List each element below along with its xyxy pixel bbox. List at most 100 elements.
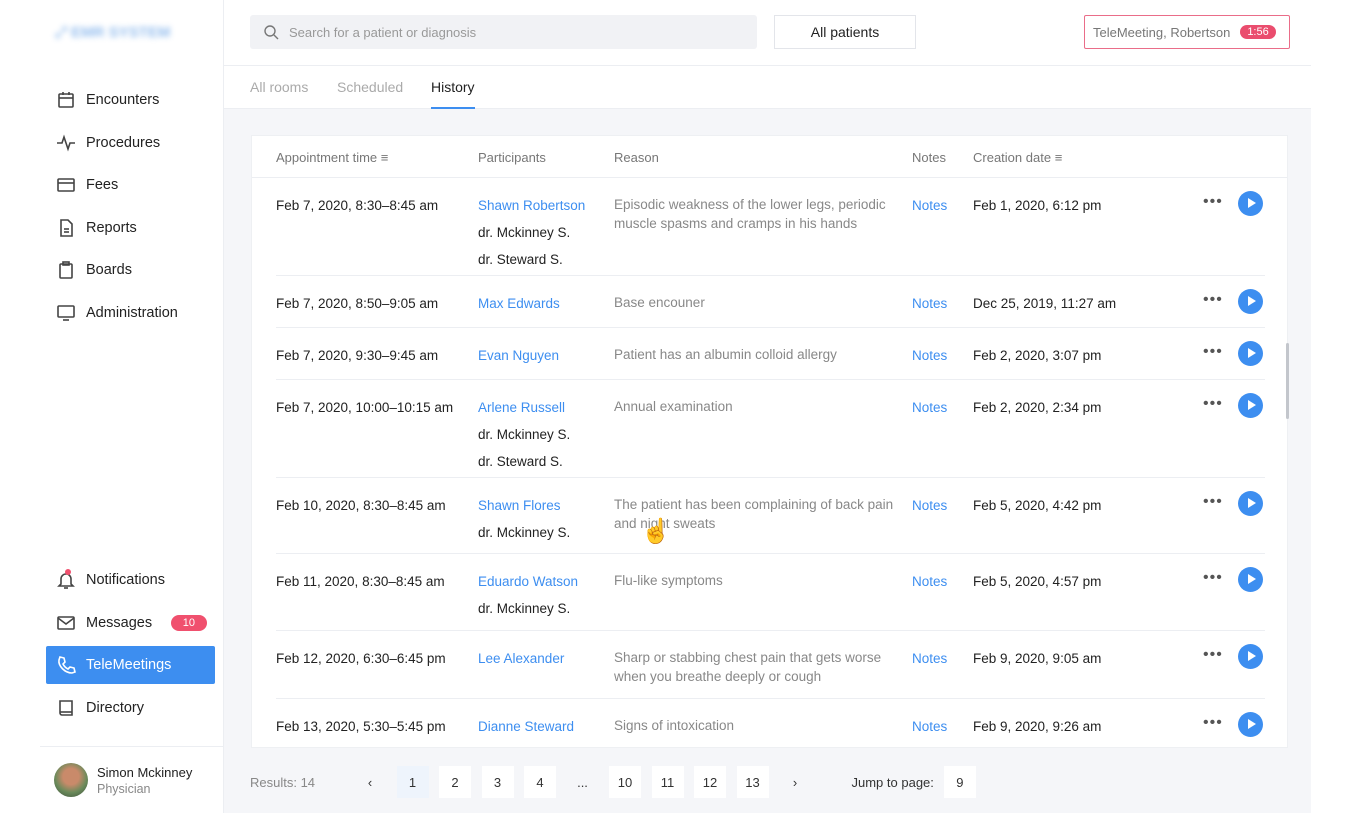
reason: Signs of intoxication (614, 718, 735, 733)
sidebar-item-label: Directory (86, 699, 145, 716)
more-options-icon[interactable]: ••• (1203, 291, 1223, 309)
participants: Max Edwards (478, 293, 560, 314)
page-button[interactable]: 4 (524, 766, 556, 798)
table-row[interactable]: Feb 13, 2020, 5:30–5:45 pm Dianne Stewar… (276, 699, 1265, 747)
active-telemeeting-button[interactable]: TeleMeeting, Robertson 1:56 (1084, 15, 1290, 49)
notes-link[interactable]: Notes (912, 397, 947, 418)
play-icon[interactable] (1238, 567, 1263, 592)
jump-to-page-input[interactable]: 9 (943, 766, 976, 798)
prev-page-button[interactable]: ‹ (354, 766, 386, 798)
user-profile[interactable]: Simon Mckinney Physician (40, 746, 224, 813)
sidebar-item-fees[interactable]: Fees (46, 166, 215, 204)
header-appointment-time[interactable]: Appointment time ≡ (276, 150, 388, 165)
search-input[interactable]: Search for a patient or diagnosis (250, 15, 757, 49)
patient-link[interactable]: Eduardo Watson (478, 571, 578, 592)
history-table: Appointment time ≡ Participants Reason N… (251, 135, 1288, 748)
card-icon (57, 178, 75, 192)
more-options-icon[interactable]: ••• (1203, 569, 1223, 587)
document-icon (60, 218, 73, 237)
patient-link[interactable]: Evan Nguyen (478, 345, 559, 366)
results-count: Results: 14 (250, 774, 316, 790)
page-button[interactable]: 13 (736, 766, 769, 798)
notes-link[interactable]: Notes (912, 571, 947, 592)
notes-link[interactable]: Notes (912, 293, 947, 314)
page-button[interactable]: 12 (694, 766, 726, 798)
reason: Patient has an albumin colloid allergy (614, 347, 837, 362)
notes-link[interactable]: Notes (912, 195, 947, 216)
play-icon[interactable] (1238, 644, 1263, 669)
telemeeting-timer: 1:56 (1240, 25, 1276, 39)
header: Search for a patient or diagnosis All pa… (224, 0, 1311, 66)
play-icon[interactable] (1238, 191, 1263, 216)
creation-date: Feb 9, 2020, 9:05 am (973, 651, 1102, 666)
patient-link[interactable]: Max Edwards (478, 293, 560, 314)
play-icon[interactable] (1238, 712, 1263, 737)
sidebar: ⤢ EMR SYSTEM Encounters Procedures Fees Rep… (0, 0, 224, 813)
more-options-icon[interactable]: ••• (1203, 493, 1223, 511)
patient-link[interactable]: Dianne Steward (478, 716, 574, 737)
pagination: Results: 14 ‹ 1 2 3 4... 10 11 12 13 › Jump to … (250, 766, 986, 798)
more-options-icon[interactable]: ••• (1203, 343, 1223, 361)
sidebar-item-boards[interactable]: Boards (46, 251, 215, 289)
patient-link[interactable]: Lee Alexander (478, 648, 564, 669)
play-icon[interactable] (1238, 491, 1263, 516)
table-row[interactable]: Feb 7, 2020, 10:00–10:15 am Arlene Russe… (276, 380, 1265, 478)
sidebar-item-telemeetings[interactable]: TeleMeetings (46, 646, 215, 685)
sort-icon: ≡ (1054, 150, 1063, 165)
notes-link[interactable]: Notes (912, 495, 947, 516)
notes-link[interactable]: Notes (912, 716, 947, 737)
header-creation-date[interactable]: Creation date ≡ (973, 150, 1062, 165)
tab-scheduled[interactable]: Scheduled (337, 79, 403, 107)
tab-all-rooms[interactable]: All rooms (250, 79, 308, 107)
sidebar-item-administration[interactable]: Administration (46, 294, 215, 332)
participants: Evan Nguyen (478, 345, 559, 366)
sidebar-item-procedures[interactable]: Procedures (46, 124, 215, 162)
sidebar-item-encounters[interactable]: Encounters (46, 81, 215, 119)
creation-date: Feb 1, 2020, 6:12 pm (973, 198, 1102, 213)
play-icon[interactable] (1238, 289, 1263, 314)
sidebar-item-reports[interactable]: Reports (46, 209, 215, 247)
table-row[interactable]: Feb 10, 2020, 8:30–8:45 am Shawn Flores d… (276, 478, 1265, 554)
pulse-icon (57, 134, 75, 152)
appointment-time: Feb 13, 2020, 5:30–5:45 pm (276, 719, 446, 734)
page-button[interactable]: 1 (396, 766, 429, 798)
more-options-icon[interactable]: ••• (1203, 395, 1223, 413)
notes-link[interactable]: Notes (912, 648, 947, 669)
sidebar-item-directory[interactable]: Directory (46, 689, 215, 727)
notes-link[interactable]: Notes (912, 345, 947, 366)
more-options-icon[interactable]: ••• (1203, 193, 1223, 211)
patient-link[interactable]: Arlene Russell (478, 397, 570, 418)
page-button[interactable]: 2 (439, 766, 471, 798)
creation-date: Feb 9, 2020, 9:26 am (973, 719, 1102, 734)
table-row[interactable]: Feb 7, 2020, 8:30–8:45 am Shawn Robertso… (276, 178, 1265, 276)
user-name: Simon Mckinney (97, 764, 193, 780)
sidebar-item-label: Administration (86, 305, 178, 321)
patient-link[interactable]: Shawn Flores (478, 495, 570, 516)
page-button[interactable]: 11 (651, 766, 684, 798)
creation-date: Feb 2, 2020, 2:34 pm (973, 400, 1102, 415)
mail-icon (57, 615, 75, 630)
participant-doctor: dr. Mckinney S. (478, 601, 571, 616)
more-options-icon[interactable]: ••• (1203, 646, 1223, 664)
more-options-icon[interactable]: ••• (1203, 714, 1223, 732)
header-reason: Reason (614, 150, 659, 165)
sidebar-item-label: Procedures (86, 134, 161, 151)
scrollbar[interactable] (1286, 343, 1289, 419)
next-page-button[interactable]: › (779, 766, 811, 798)
reason: Base encouner (614, 295, 705, 310)
page-button[interactable]: 3 (481, 766, 514, 798)
tab-history[interactable]: History (431, 79, 475, 109)
notification-dot (65, 569, 71, 575)
table-row[interactable]: Feb 7, 2020, 9:30–9:45 am Evan Nguyen Pa… (276, 328, 1265, 380)
appointment-time: Feb 7, 2020, 10:00–10:15 am (276, 400, 454, 415)
table-row[interactable]: Feb 12, 2020, 6:30–6:45 pm Lee Alexander… (276, 631, 1265, 699)
table-row[interactable]: Feb 7, 2020, 8:50–9:05 am Max Edwards Ba… (276, 276, 1265, 328)
play-icon[interactable] (1238, 393, 1263, 418)
play-icon[interactable] (1238, 341, 1263, 366)
table-row[interactable]: Feb 11, 2020, 8:30–8:45 am Eduardo Watso… (276, 554, 1265, 631)
sidebar-item-notifications[interactable]: Notifications (46, 561, 215, 599)
patient-filter-button[interactable]: All patients (774, 15, 916, 49)
page-button[interactable]: 10 (609, 766, 641, 798)
sidebar-item-messages[interactable]: Messages 10 (46, 604, 215, 642)
patient-link[interactable]: Shawn Robertson (478, 195, 585, 216)
